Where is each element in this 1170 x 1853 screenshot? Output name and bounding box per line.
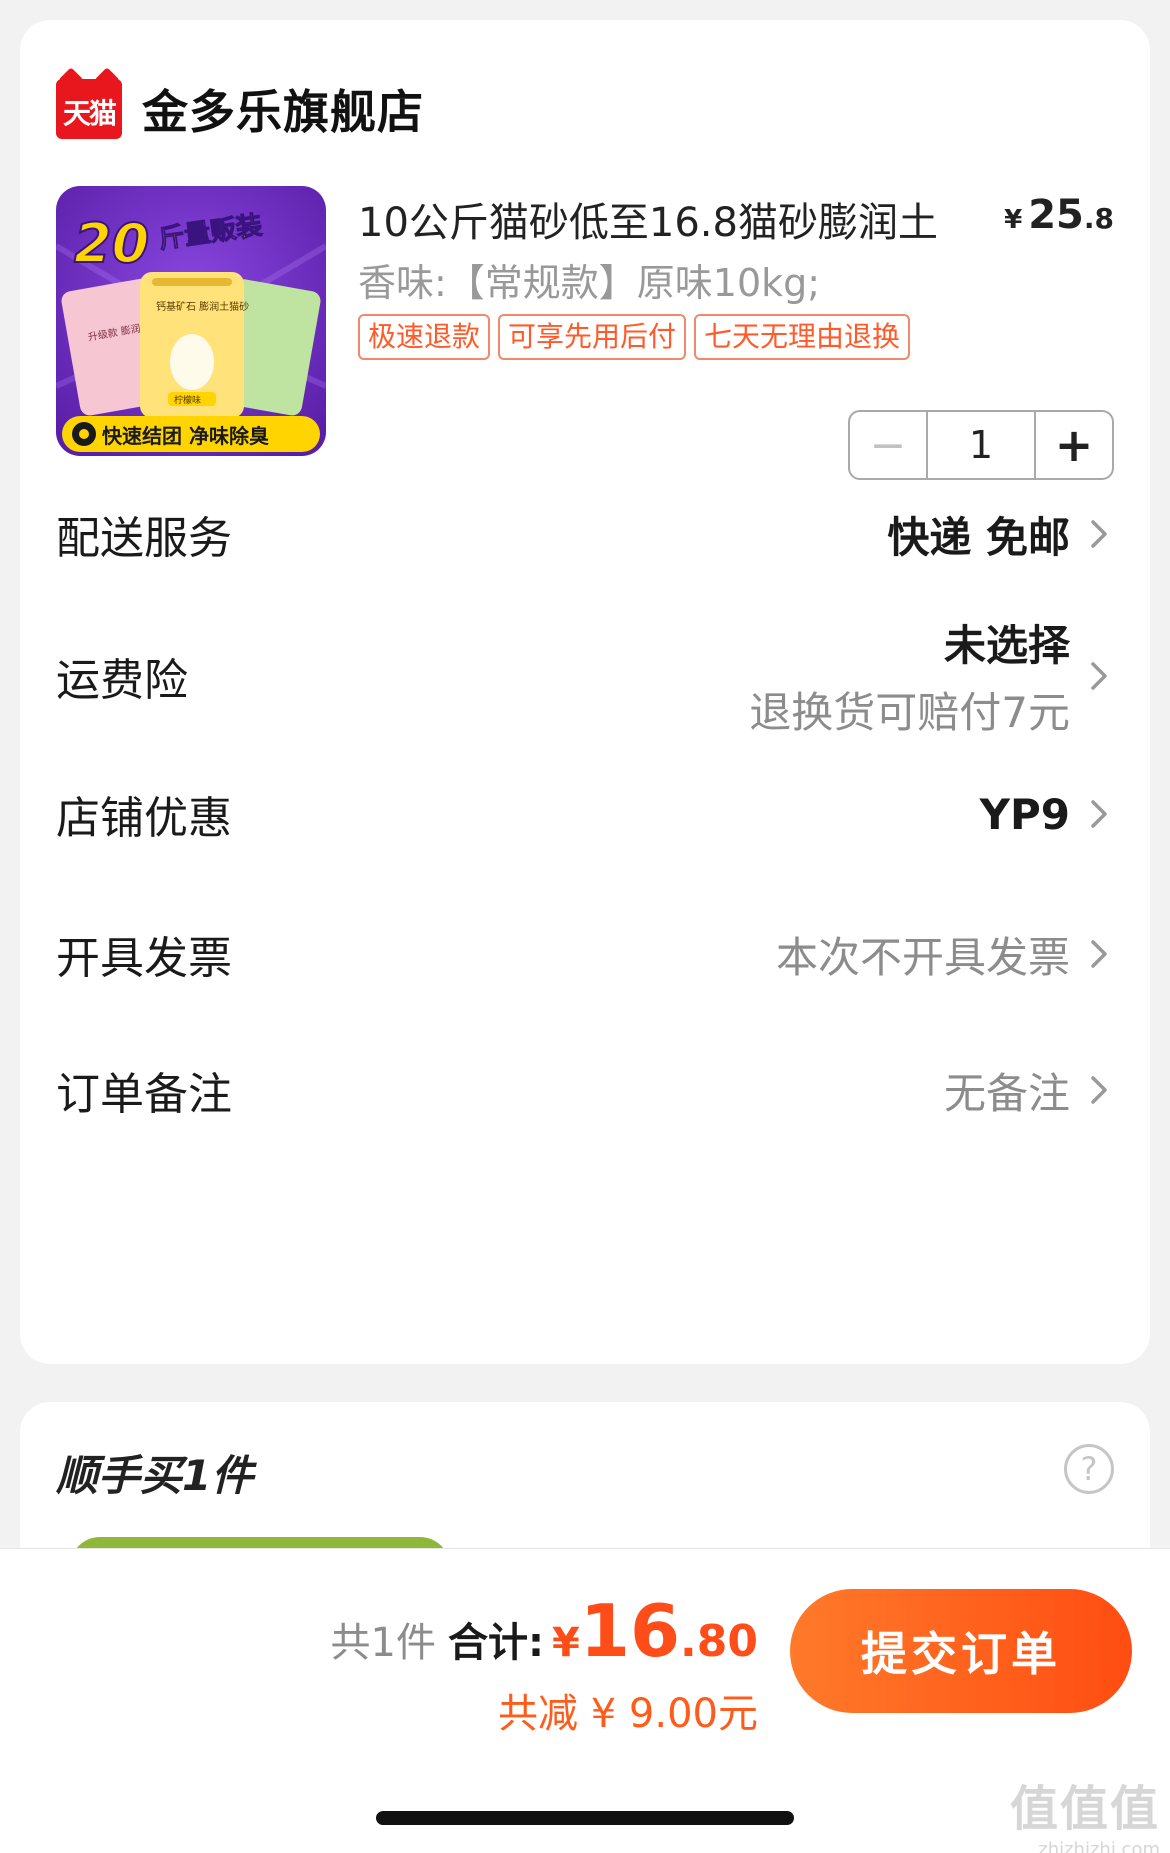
row-order-remark[interactable]: 订单备注 无备注 [56,1048,1114,1132]
row-shipping-insurance[interactable]: 运费险 未选择 退换货可赔付7元 [56,616,1114,737]
product-image-art: 20 斤量贩装 升级款 膨润土猫砂 钙基矿石 膨润土猫砂 柠檬味 快速结团 净味… [56,186,326,456]
coupon-label: 店铺优惠 [56,793,232,844]
banner-number: 20 [74,212,149,275]
checkout-bar: 共1件 合计: ¥16.80 共减 ¥ 9.00元 提交订单 值值值 zhizh… [0,1548,1170,1853]
bag-center-text: 钙基矿石 膨润土猫砂 [156,300,249,313]
invoice-value: 本次不开具发票 [775,932,1070,982]
row-invoice[interactable]: 开具发票 本次不开具发票 [56,912,1114,996]
quantity-value[interactable]: 1 [928,412,1034,478]
item-count: 共1件 [330,1620,436,1666]
chevron-right-icon [1091,662,1107,690]
service-tags: 极速退款 可享先用后付 七天无理由退换 [358,314,911,360]
chevron-right-icon [1091,940,1107,968]
product-image[interactable]: 20 斤量贩装 升级款 膨润土猫砂 钙基矿石 膨润土猫砂 柠檬味 快速结团 净味… [56,186,326,456]
price-symbol: ¥ [1004,205,1023,235]
total-label: 合计: [448,1620,544,1666]
coupon-value: YP9 [979,789,1070,839]
watermark-url: zhizhizhi.com [1038,1839,1160,1853]
quantity-stepper: − 1 + [848,410,1114,480]
invoice-label: 开具发票 [56,933,232,984]
total-integer: 16 [579,1589,681,1673]
remark-label: 订单备注 [56,1069,232,1120]
remark-value: 无备注 [943,1068,1070,1118]
price-integer: 25 [1028,192,1084,238]
order-card: 天猫 金多乐旗舰店 20 斤量贩装 升级款 膨润土猫砂 钙基矿石 膨润土猫砂 柠… [20,20,1150,1364]
tag-pay-later: 可享先用后付 [498,314,687,360]
total-symbol: ¥ [552,1620,580,1666]
product-spec[interactable]: 香味:【常规款】原味10kg; [358,252,820,307]
price-decimal: .8 [1083,202,1114,235]
chevron-right-icon [1091,1076,1107,1104]
bag-center-label: 柠檬味 [174,394,201,406]
tmall-logo-text: 天猫 [62,97,117,130]
row-delivery[interactable]: 配送服务 快递 免邮 [56,492,1114,576]
delivery-label: 配送服务 [56,513,232,564]
chevron-right-icon [1091,520,1107,548]
footer-text: 快速结团 净味除臭 [102,424,269,448]
delivery-value: 快递 免邮 [887,512,1070,562]
product-title[interactable]: 10公斤猫砂低至16.8猫砂膨润土 [358,190,938,248]
insurance-value: 未选择 [943,621,1070,670]
home-indicator[interactable] [376,1811,794,1825]
tmall-logo: 天猫 [56,79,122,139]
row-store-coupon[interactable]: 店铺优惠 YP9 [56,772,1114,856]
increase-button[interactable]: + [1034,412,1112,478]
chevron-right-icon [1091,800,1107,828]
insurance-label: 运费险 [56,655,188,706]
total-decimal: .80 [680,1616,758,1667]
store-name[interactable]: 金多乐旗舰店 [142,76,424,142]
discount-total[interactable]: 共减 ¥ 9.00元 [498,1681,758,1739]
question-circle-icon[interactable]: ? [1064,1444,1114,1494]
submit-order-button[interactable]: 提交订单 [790,1589,1132,1713]
tag-seven-day-return: 七天无理由退换 [694,314,911,360]
watermark-logo: 值值值 [1009,1781,1160,1837]
insurance-subtext: 退换货可赔付7元 [749,688,1070,737]
decrease-button[interactable]: − [850,412,928,478]
watermark: 值值值 zhizhizhi.com [1010,1769,1160,1853]
store-header[interactable]: 天猫 金多乐旗舰店 [56,76,424,142]
product-price: ¥25.8 [1004,192,1114,238]
addon-title: 顺手买1件 [56,1451,254,1500]
total-line: 共1件 合计: ¥16.80 [331,1589,758,1673]
tag-fast-refund: 极速退款 [358,314,491,360]
